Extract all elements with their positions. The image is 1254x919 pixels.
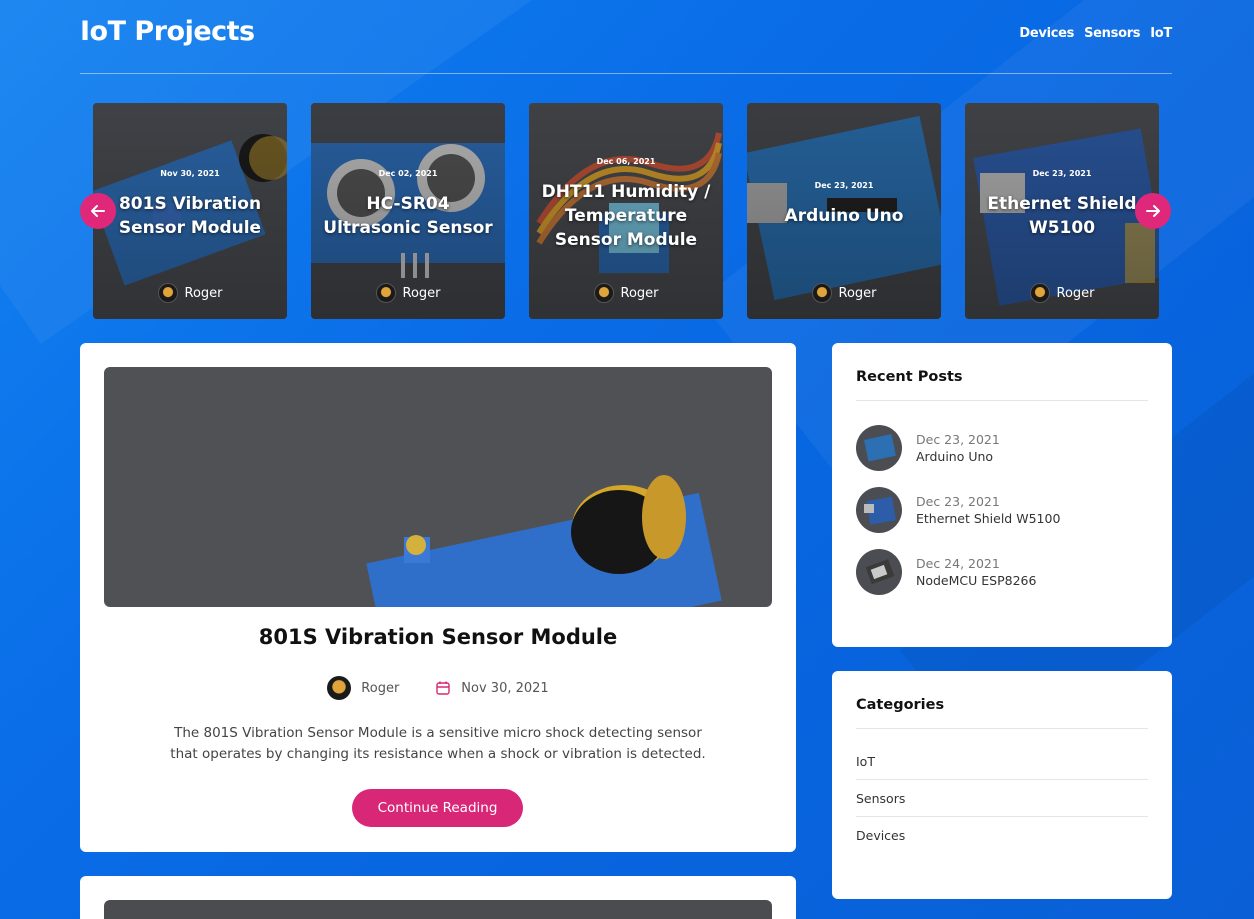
carousel-prev-button[interactable]: [80, 193, 116, 229]
carousel-slide[interactable]: Nov 30, 2021 801S Vibration Sensor Modul…: [93, 103, 287, 319]
post-thumbnail: [856, 487, 902, 533]
post-meta: Roger Nov 30, 2021: [80, 676, 796, 700]
post-thumbnail: [856, 425, 902, 471]
slide-author: Roger: [965, 283, 1159, 303]
slide-author: Roger: [747, 283, 941, 303]
recent-post-date: Dec 23, 2021: [916, 432, 1000, 447]
slide-author-name[interactable]: Roger: [621, 286, 659, 301]
arrow-left-icon: [91, 205, 105, 217]
category-item-sensors[interactable]: Sensors: [856, 780, 1148, 817]
avatar: [1029, 283, 1050, 303]
slide-author-name[interactable]: Roger: [839, 286, 877, 301]
slide-title[interactable]: Ethernet Shield W5100: [971, 192, 1153, 240]
slide-title[interactable]: Arduino Uno: [753, 204, 935, 228]
avatar: [593, 283, 614, 303]
slide-date: Dec 23, 2021: [1032, 169, 1092, 178]
post-title[interactable]: 801S Vibration Sensor Module: [80, 625, 796, 649]
post-featured-image[interactable]: [104, 900, 772, 919]
nav-iot[interactable]: IoT: [1150, 26, 1172, 41]
recent-post-title[interactable]: Ethernet Shield W5100: [916, 511, 1060, 526]
post-excerpt: The 801S Vibration Sensor Module is a se…: [170, 725, 706, 762]
carousel-slide[interactable]: Dec 23, 2021 Arduino Uno Roger: [747, 103, 941, 319]
carousel-slide[interactable]: Dec 06, 2021 DHT11 Humidity / Temperatur…: [529, 103, 723, 319]
recent-post-date: Dec 24, 2021: [916, 556, 1000, 571]
slide-author-name[interactable]: Roger: [185, 286, 223, 301]
recent-post-item[interactable]: Dec 24, 2021 NodeMCU ESP8266: [856, 549, 1148, 595]
slide-author: Roger: [311, 283, 505, 303]
avatar: [811, 283, 832, 303]
calendar-icon: [436, 681, 450, 695]
avatar: [375, 283, 396, 303]
post-featured-image[interactable]: [104, 367, 772, 607]
slide-title[interactable]: DHT11 Humidity / Temperature Sensor Modu…: [535, 180, 717, 252]
post-thumbnail: [856, 549, 902, 595]
site-header: IoT Projects Devices Sensors IoT: [80, 0, 1172, 74]
carousel-next-button[interactable]: [1135, 193, 1171, 229]
widget-title: Categories: [856, 697, 945, 713]
slide-date: Dec 02, 2021: [378, 169, 438, 178]
carousel-slide[interactable]: Dec 23, 2021 Ethernet Shield W5100 Roger: [965, 103, 1159, 319]
recent-post-title[interactable]: NodeMCU ESP8266: [916, 573, 1036, 588]
divider: [856, 400, 1148, 401]
slide-author: Roger: [93, 283, 287, 303]
avatar: [157, 283, 178, 303]
slide-date: Nov 30, 2021: [160, 169, 220, 178]
avatar: [327, 676, 352, 700]
recent-post-item[interactable]: Dec 23, 2021 Ethernet Shield W5100: [856, 487, 1148, 533]
slide-author-name[interactable]: Roger: [1057, 286, 1095, 301]
divider: [856, 728, 1148, 729]
continue-reading-button[interactable]: Continue Reading: [352, 789, 523, 827]
widget-title: Recent Posts: [856, 369, 963, 385]
slide-author: Roger: [529, 283, 723, 303]
slide-date: Dec 23, 2021: [814, 181, 874, 190]
nav-sensors[interactable]: Sensors: [1084, 26, 1140, 41]
category-item-iot[interactable]: IoT: [856, 743, 1148, 780]
post-author[interactable]: Roger: [361, 681, 399, 696]
featured-carousel: Nov 30, 2021 801S Vibration Sensor Modul…: [80, 103, 1172, 319]
post-card: [80, 876, 796, 919]
main-nav: Devices Sensors IoT: [1019, 26, 1172, 41]
category-item-devices[interactable]: Devices: [856, 817, 1148, 854]
slide-title[interactable]: 801S Vibration Sensor Module: [99, 192, 281, 240]
arrow-right-icon: [1146, 205, 1160, 217]
categories-widget: Categories IoT Sensors Devices: [832, 671, 1172, 899]
slide-date: Dec 06, 2021: [596, 157, 656, 166]
slide-author-name[interactable]: Roger: [403, 286, 441, 301]
recent-posts-widget: Recent Posts Dec 23, 2021 Arduino Uno De…: [832, 343, 1172, 647]
slide-title[interactable]: HC-SR04 Ultrasonic Sensor: [317, 192, 499, 240]
site-title[interactable]: IoT Projects: [80, 16, 255, 47]
recent-post-item[interactable]: Dec 23, 2021 Arduino Uno: [856, 425, 1148, 471]
nav-devices[interactable]: Devices: [1019, 26, 1074, 41]
recent-post-date: Dec 23, 2021: [916, 494, 1000, 509]
post-card: 801S Vibration Sensor Module Roger Nov 3…: [80, 343, 796, 852]
post-date: Nov 30, 2021: [461, 680, 549, 696]
recent-post-title[interactable]: Arduino Uno: [916, 449, 1000, 464]
carousel-slide[interactable]: Dec 02, 2021 HC-SR04 Ultrasonic Sensor R…: [311, 103, 505, 319]
